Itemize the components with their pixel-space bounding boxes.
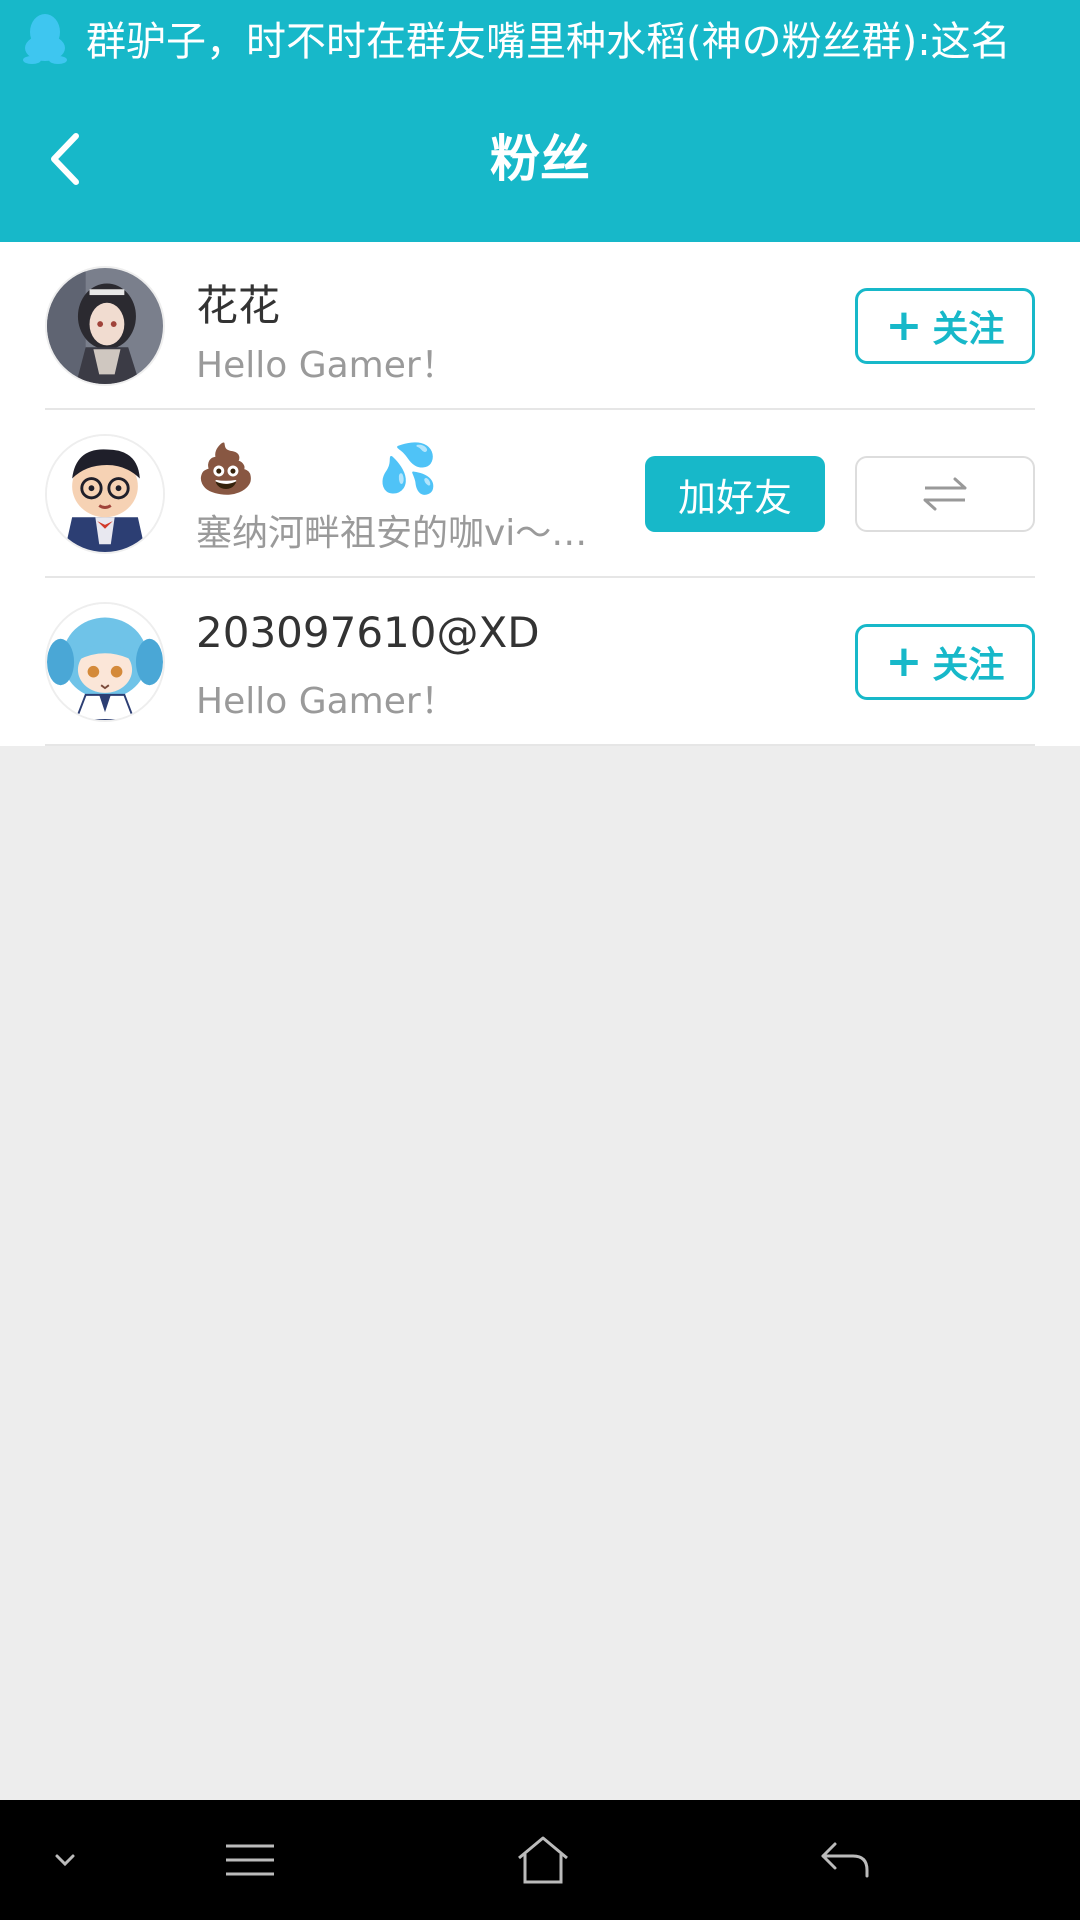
follow-button-label: 关注 (932, 309, 1005, 350)
list-item[interactable]: 203097610@XD Hello Gamer！ + 关注 (0, 578, 1080, 746)
sweat-droplets-emoji-icon: 💦 (378, 441, 438, 497)
mutual-follow-icon (923, 477, 967, 511)
menu-icon (226, 1844, 274, 1876)
status-bar: 群驴子，时不时在群友嘴里种水稻(神の粉丝群):这名 (0, 0, 1080, 76)
plus-icon: + (885, 300, 923, 351)
avatar[interactable] (45, 602, 165, 722)
plus-icon: + (885, 636, 923, 687)
poop-emoji-icon: 💩 (196, 441, 256, 497)
page-title: 粉丝 (490, 130, 590, 188)
follow-button-label: 关注 (932, 645, 1005, 686)
mutual-follow-button[interactable] (855, 456, 1035, 532)
fan-bio: Hello Gamer！ (196, 345, 457, 386)
notification-text: 群驴子，时不时在群友嘴里种水稻(神の粉丝群):这名 (86, 19, 1011, 65)
collapse-nav-button[interactable] (40, 1800, 90, 1920)
back-arrow-icon (821, 1842, 869, 1878)
app-header: 粉丝 (0, 76, 1080, 242)
avatar[interactable] (45, 434, 165, 554)
list-item[interactable]: 💩 💦 塞纳河畔祖安的咖vi～… 加好友 (0, 410, 1080, 578)
fan-bio: 塞纳河畔祖安的咖vi～… (196, 513, 588, 554)
fan-bio: Hello Gamer！ (196, 681, 457, 722)
fans-list: 花花 Hello Gamer！ + 关注 💩 💦 塞纳河畔祖安的咖vi～… 加好… (0, 242, 1080, 746)
back-nav-button[interactable] (800, 1800, 890, 1920)
home-nav-button[interactable] (500, 1800, 586, 1920)
home-icon (518, 1836, 568, 1884)
avatar-image (47, 268, 163, 384)
divider (45, 744, 1035, 746)
fan-name: 203097610@XD (196, 608, 540, 657)
chevron-down-icon (55, 1854, 75, 1867)
menu-nav-button[interactable] (210, 1800, 290, 1920)
fan-name: 花花 (196, 281, 281, 330)
qq-penguin-icon (23, 14, 67, 64)
follow-button[interactable]: + 关注 (855, 288, 1035, 364)
system-nav-bar (0, 1800, 1080, 1920)
avatar-image (47, 604, 163, 720)
follow-button[interactable]: + 关注 (855, 624, 1035, 700)
list-item[interactable]: 花花 Hello Gamer！ + 关注 (0, 242, 1080, 410)
add-friend-button[interactable]: 加好友 (645, 456, 825, 532)
avatar[interactable] (45, 266, 165, 386)
avatar-image (47, 436, 163, 552)
